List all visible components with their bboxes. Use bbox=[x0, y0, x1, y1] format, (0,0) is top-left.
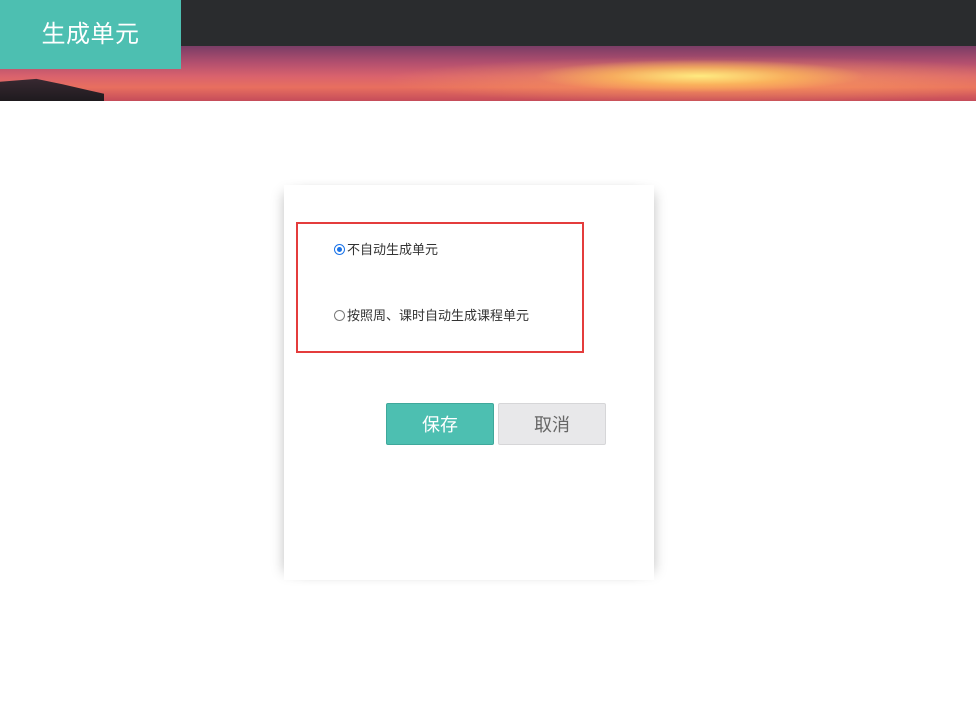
radio-auto-generate-by-week[interactable] bbox=[334, 310, 345, 321]
radio-no-auto-generate[interactable] bbox=[334, 244, 345, 255]
page-title: 生成单元 bbox=[41, 20, 140, 48]
option-auto-generate-by-week-label: 按照周、课时自动生成课程单元 bbox=[347, 309, 530, 324]
option-no-auto-generate-label: 不自动生成单元 bbox=[347, 243, 439, 258]
cancel-button[interactable]: 取消 bbox=[498, 403, 606, 445]
top-header: 生成单元 bbox=[0, 0, 976, 101]
save-button[interactable]: 保存 bbox=[386, 403, 494, 445]
option-no-auto-generate[interactable]: 不自动生成单元 bbox=[334, 239, 438, 258]
option-auto-generate-by-week[interactable]: 按照周、课时自动生成课程单元 bbox=[334, 305, 529, 324]
title-block: 生成单元 bbox=[0, 0, 181, 69]
